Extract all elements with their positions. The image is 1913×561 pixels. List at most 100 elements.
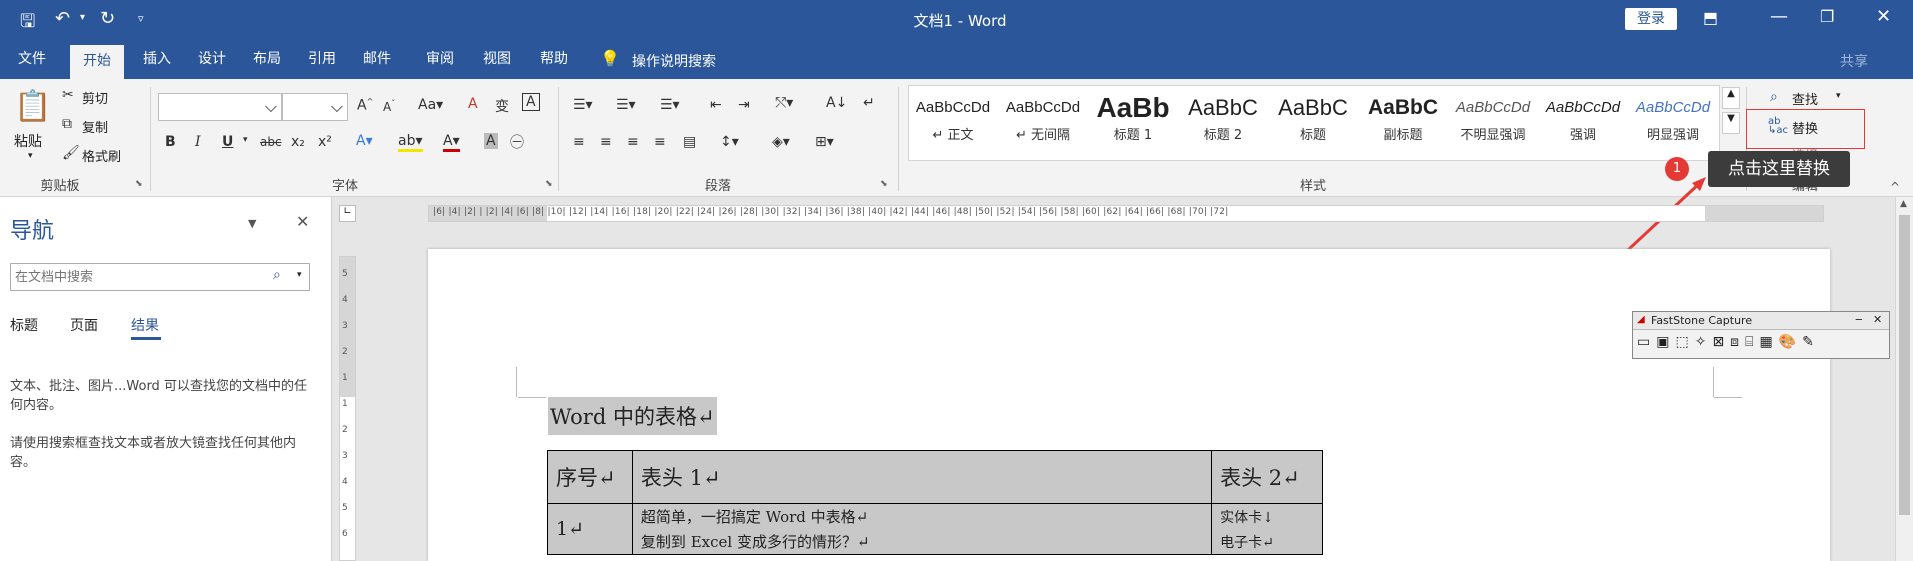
paste-dropdown-icon[interactable]: ▾: [28, 151, 33, 161]
style-title[interactable]: AaBbC 标题: [1269, 92, 1357, 152]
nav-search-input[interactable]: [15, 265, 275, 289]
font-color-icon[interactable]: A▾: [443, 133, 460, 152]
justify-icon[interactable]: ≡: [654, 134, 666, 150]
enclose-char-icon[interactable]: ㊀: [510, 132, 524, 152]
font-launcher-icon[interactable]: ⬊: [545, 179, 553, 189]
table-header-cell[interactable]: 表头 2↵: [1211, 450, 1323, 504]
copy-button[interactable]: 复制: [82, 117, 108, 136]
italic-button[interactable]: I: [195, 134, 201, 150]
style-no-spacing[interactable]: AaBbCcDd ↵ 无间隔: [999, 92, 1087, 152]
document-table[interactable]: 序号↵ 表头 1↵ 表头 2↵ 1↵ 超简单，一招搞定 Word 中表格↵ 实体…: [547, 450, 1323, 555]
nav-tab-results[interactable]: 结果: [131, 315, 159, 335]
style-subtitle[interactable]: AaBbC 副标题: [1359, 92, 1447, 152]
capture-fullscreen-icon[interactable]: ⊠: [1712, 334, 1730, 350]
nav-tab-pages[interactable]: 页面: [70, 315, 98, 335]
char-border-icon[interactable]: A: [522, 93, 540, 111]
find-icon[interactable]: ⌕: [1770, 89, 1778, 105]
undo-icon[interactable]: ↶: [55, 8, 70, 29]
line-spacing-icon[interactable]: ↕▾: [720, 134, 739, 150]
style-heading-2[interactable]: AaBbC 标题 2: [1179, 92, 1267, 152]
nav-tab-headings[interactable]: 标题: [10, 315, 38, 335]
table-cell[interactable]: 超简单，一招搞定 Word 中表格↵: [631, 503, 1213, 529]
font-size-dropdown[interactable]: ⌵: [282, 93, 348, 121]
table-cell[interactable]: 1↵: [547, 503, 633, 555]
style-normal[interactable]: AaBbCcDd ↵ 正文: [909, 92, 997, 152]
customize-icon[interactable]: ▿: [138, 12, 144, 25]
style-emphasis[interactable]: AaBbCcDd 强调: [1539, 92, 1627, 152]
tab-layout[interactable]: 布局: [245, 40, 289, 79]
restore-icon[interactable]: ❐: [1820, 7, 1834, 26]
find-button[interactable]: 查找: [1792, 89, 1818, 108]
paste-icon[interactable]: 📋: [14, 89, 51, 124]
horizontal-ruler[interactable]: |6| |4| |2| | |2| |4| |6| |8| |10| |12| …: [428, 205, 1824, 222]
subscript-button[interactable]: x₂: [291, 134, 305, 150]
vertical-ruler[interactable]: 5 4 3 2 1 1 2 3 4 5 6: [339, 256, 356, 561]
vertical-scrollbar[interactable]: ▲: [1895, 197, 1913, 561]
close-icon[interactable]: ✕: [296, 212, 309, 231]
shading-icon[interactable]: ◈▾: [772, 134, 790, 150]
highlight-icon[interactable]: ab▾: [398, 133, 423, 152]
text-effects-icon[interactable]: A▾: [356, 133, 373, 149]
cut-icon[interactable]: ✂: [62, 87, 74, 103]
grow-font-icon[interactable]: A^: [357, 97, 373, 114]
capture-fixed-region-icon[interactable]: ⌸: [1745, 334, 1759, 350]
capture-video-icon[interactable]: ▦: [1759, 334, 1778, 350]
superscript-button[interactable]: x²: [318, 134, 332, 150]
login-button[interactable]: 登录: [1625, 8, 1677, 30]
faststone-capture-buttons[interactable]: ▭▣⬚✧⊠⧈⌸▦🎨✎: [1637, 334, 1820, 350]
tab-help[interactable]: 帮助: [532, 40, 576, 79]
styles-scroll-down-icon[interactable]: ▼: [1722, 112, 1740, 134]
font-name-dropdown[interactable]: ⌵: [158, 93, 282, 121]
underline-button[interactable]: U: [222, 134, 233, 150]
faststone-close-button[interactable]: ✕: [1873, 313, 1882, 326]
clear-format-icon[interactable]: A: [468, 96, 478, 112]
change-case-icon[interactable]: Aa▾: [418, 97, 443, 113]
increase-indent-icon[interactable]: ⇥: [738, 97, 750, 113]
decrease-indent-icon[interactable]: ⇤: [710, 97, 722, 113]
capture-object-icon[interactable]: ▣: [1656, 334, 1675, 350]
clipboard-launcher-icon[interactable]: ⬊: [135, 179, 143, 189]
style-intense-emphasis[interactable]: AaBbCcDd 明显强调: [1629, 92, 1717, 152]
search-dropdown-icon[interactable]: ▾: [297, 270, 302, 280]
table-cell[interactable]: 复制到 Excel 变成多行的情形？↵: [631, 529, 1213, 555]
align-right-icon[interactable]: ≡: [627, 134, 639, 150]
tab-selector-icon[interactable]: ∟: [339, 205, 356, 222]
tab-home[interactable]: 开始: [70, 45, 124, 79]
style-heading-1[interactable]: AaBb 标题 1: [1089, 92, 1177, 152]
scroll-thumb[interactable]: [1899, 215, 1910, 515]
underline-dropdown-icon[interactable]: ▾: [243, 135, 248, 145]
find-dropdown-icon[interactable]: ▾: [1836, 91, 1841, 101]
nav-search-box[interactable]: ⌕ ▾: [10, 263, 310, 291]
capture-output-icon[interactable]: 🎨: [1779, 334, 1802, 350]
format-painter-button[interactable]: 格式刷: [82, 146, 121, 165]
capture-scrolling-icon[interactable]: ⧈: [1730, 334, 1745, 350]
table-header-cell[interactable]: 序号↵: [547, 450, 633, 504]
cut-button[interactable]: 剪切: [82, 88, 108, 107]
minimize-icon[interactable]: —: [1770, 6, 1788, 27]
capture-rectangle-icon[interactable]: ⬚: [1675, 334, 1694, 350]
table-cell[interactable]: 电子卡↵: [1211, 529, 1323, 555]
nav-options-icon[interactable]: ▼: [248, 217, 256, 230]
tab-mailings[interactable]: 邮件: [355, 40, 399, 79]
faststone-minimize-button[interactable]: ‒: [1855, 312, 1863, 326]
phonetic-guide-icon[interactable]: 变: [495, 96, 509, 116]
numbering-icon[interactable]: ☰▾: [616, 97, 636, 113]
tab-references[interactable]: 引用: [300, 40, 344, 79]
format-painter-icon[interactable]: 🖌: [62, 145, 80, 161]
tab-file[interactable]: 文件: [10, 40, 54, 79]
ribbon-display-icon[interactable]: ⬒: [1703, 8, 1718, 27]
close-icon[interactable]: ✕: [1876, 6, 1891, 27]
redo-icon[interactable]: ↻: [100, 8, 115, 29]
style-subtle-emphasis[interactable]: AaBbCcDd 不明显强调: [1449, 92, 1537, 152]
capture-window-icon[interactable]: ▭: [1637, 334, 1656, 350]
char-shading-icon[interactable]: A: [484, 133, 498, 149]
align-left-icon[interactable]: ≡: [573, 134, 585, 150]
capture-settings-icon[interactable]: ✎: [1802, 334, 1820, 350]
scroll-up-icon[interactable]: ▲: [1900, 199, 1907, 209]
table-cell[interactable]: 实体卡↓: [1211, 503, 1323, 529]
shrink-font-icon[interactable]: Aˇ: [383, 99, 395, 114]
undo-dropdown-icon[interactable]: ▾: [80, 12, 85, 23]
tell-me-search[interactable]: 操作说明搜索: [632, 51, 716, 71]
sort-icon[interactable]: A↓: [826, 95, 847, 111]
align-center-icon[interactable]: ≡: [600, 134, 612, 150]
